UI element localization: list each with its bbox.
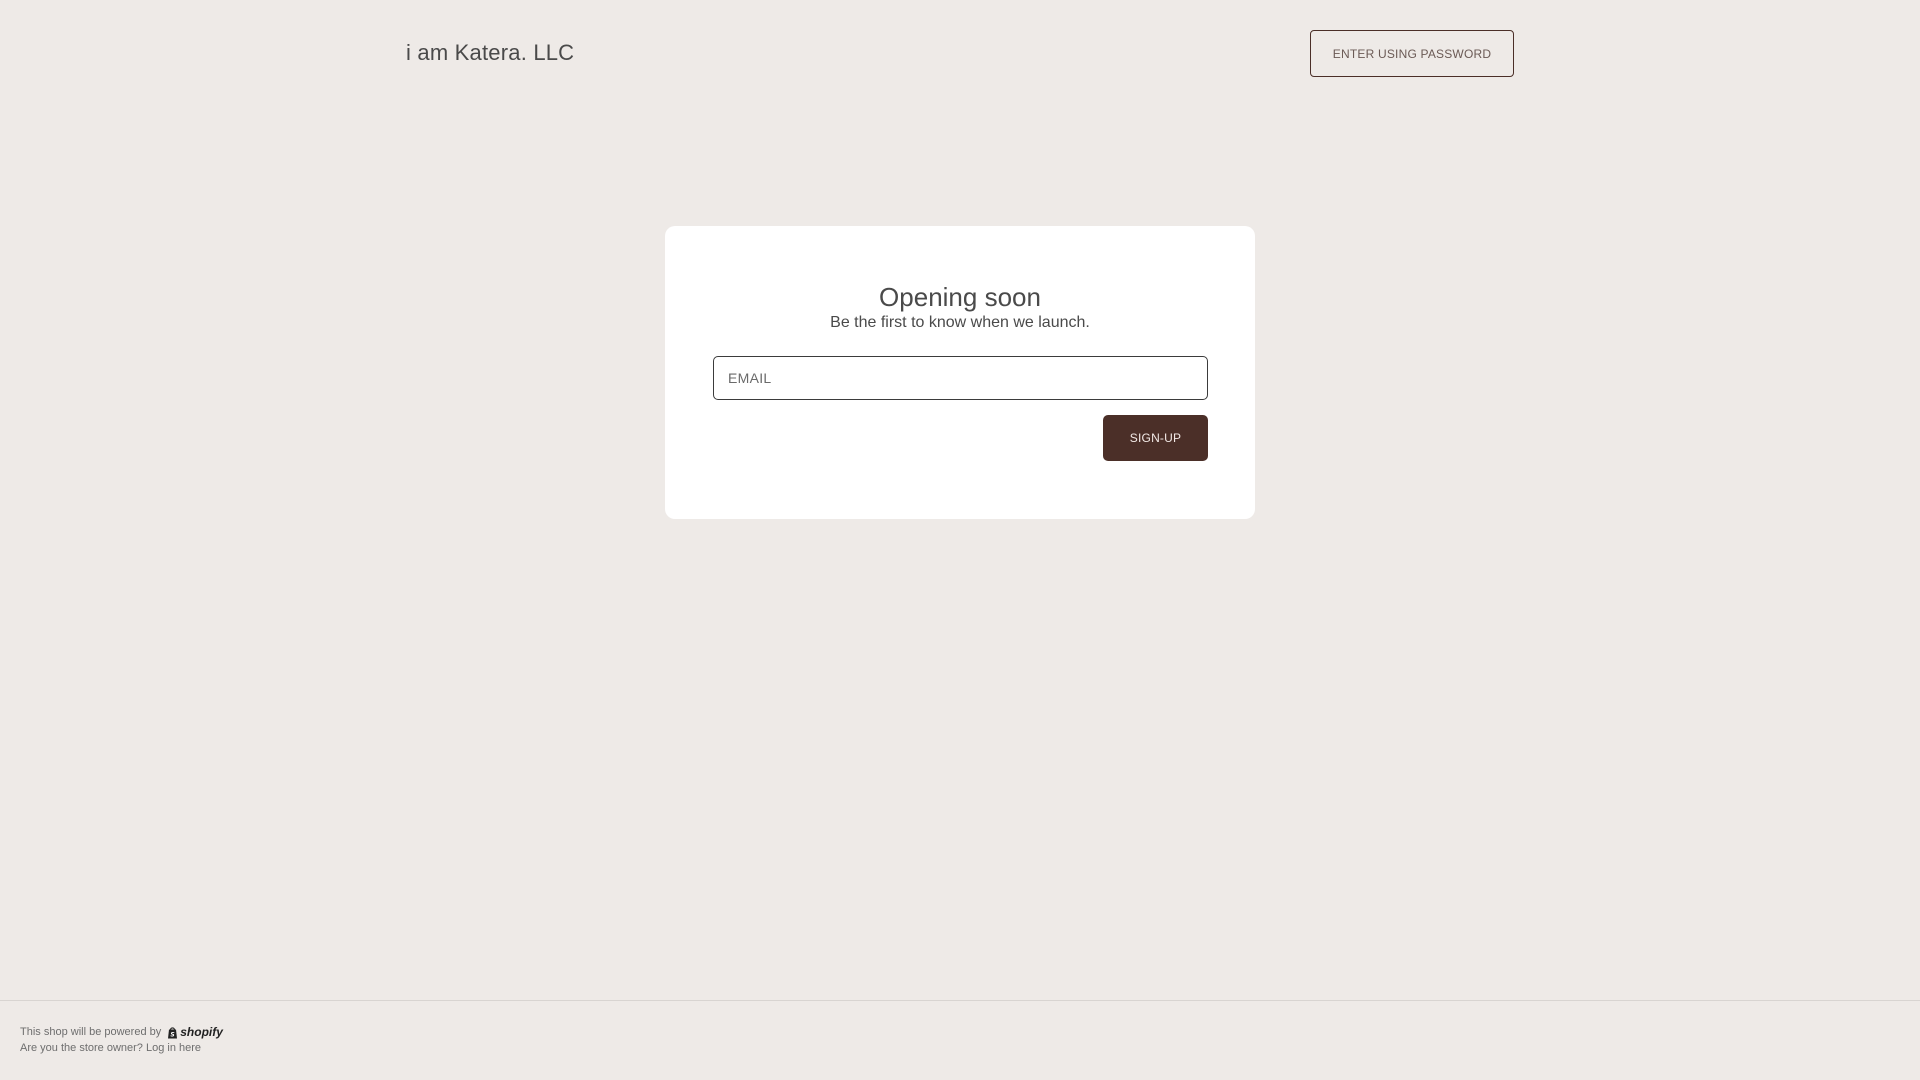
- powered-by: This shop will be powered by S shopify: [20, 1025, 223, 1039]
- header: i am Katera. LLC ENTER USING PASSWORD: [406, 30, 1514, 77]
- card-title: Opening soon: [879, 282, 1041, 312]
- login-link[interactable]: Log in here: [146, 1042, 201, 1054]
- shopify-logo[interactable]: S shopify: [167, 1025, 223, 1039]
- password-page: i am Katera. LLC ENTER USING PASSWORD Op…: [0, 0, 1920, 1080]
- powered-by-text: This shop will be powered by: [20, 1026, 162, 1038]
- card-subtitle: Be the first to know when we launch.: [830, 314, 1090, 331]
- email-input[interactable]: [713, 356, 1208, 400]
- signup-button[interactable]: SIGN-UP: [1103, 415, 1208, 461]
- shopify-wordmark: shopify: [180, 1025, 223, 1039]
- newsletter-card: Opening soon Be the first to know when w…: [665, 226, 1255, 519]
- owner-question: Are you the store owner?: [20, 1042, 143, 1054]
- footer: This shop will be powered by S shopify A…: [0, 1000, 1920, 1080]
- shopify-bag-icon: S: [168, 1026, 178, 1038]
- store-name: i am Katera. LLC: [406, 40, 575, 65]
- enter-using-password-button[interactable]: ENTER USING PASSWORD: [1310, 30, 1514, 77]
- store-owner-line: Are you the store owner? Log in here: [20, 1042, 201, 1054]
- svg-text:S: S: [171, 1031, 175, 1038]
